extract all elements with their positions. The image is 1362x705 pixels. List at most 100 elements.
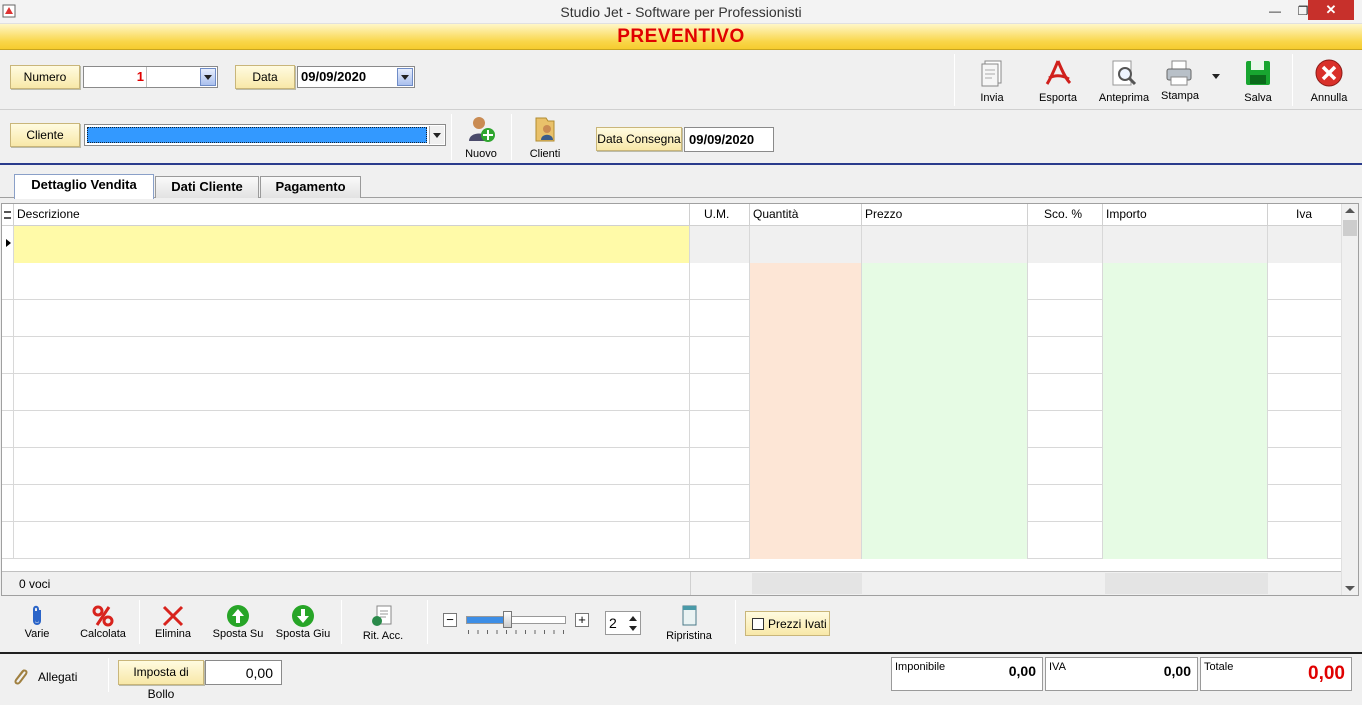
grid-cell[interactable] [14,263,690,300]
calcolata-button[interactable]: Calcolata [73,604,133,646]
grid-cell[interactable] [1028,374,1103,411]
rit-acc-button[interactable]: Rit. Acc. [353,604,413,646]
grid-cell[interactable] [690,226,750,263]
grid-cell[interactable] [1268,300,1342,337]
grid-cell[interactable] [1028,226,1103,263]
stampa-dropdown-icon[interactable] [1212,74,1220,79]
nuovo-button[interactable]: Nuovo [451,112,511,164]
table-row[interactable] [2,263,1342,300]
prezzi-ivati-toggle[interactable]: Prezzi Ivati [745,611,830,636]
grid-cell[interactable] [862,485,1028,522]
tab-dati-cliente[interactable]: Dati Cliente [155,176,259,198]
col-sconto[interactable]: Sco. % [1028,204,1103,226]
table-row[interactable] [2,485,1342,522]
grid-cell[interactable] [862,374,1028,411]
anteprima-button[interactable]: Anteprima [1094,56,1154,108]
calendar-dropdown-icon[interactable] [397,68,413,86]
grid-cell[interactable] [1103,448,1268,485]
esporta-button[interactable]: Esporta [1028,56,1088,108]
grid-cell[interactable] [1028,263,1103,300]
zoom-slider-thumb[interactable] [503,611,512,628]
grid-cell[interactable] [690,411,750,448]
grid-cell[interactable] [1103,485,1268,522]
table-row[interactable] [2,411,1342,448]
table-row[interactable] [2,300,1342,337]
grid-cell[interactable] [862,300,1028,337]
grid-cell[interactable] [750,226,862,263]
scroll-up-icon[interactable] [1345,208,1355,213]
col-iva[interactable]: Iva [1268,204,1342,226]
grid-cell[interactable] [14,337,690,374]
grid-cell[interactable] [1268,485,1342,522]
grid-cell[interactable] [1103,411,1268,448]
grid-cell[interactable] [690,300,750,337]
allegati-button[interactable]: Allegati [8,664,88,688]
grid-cell[interactable] [750,522,862,559]
sposta-su-button[interactable]: Sposta Su [208,604,268,646]
data-consegna-field[interactable]: 09/09/2020 [684,127,774,152]
clienti-button[interactable]: Clienti [515,112,575,164]
sposta-giu-button[interactable]: Sposta Giu [273,604,333,646]
grid-cell[interactable] [750,485,862,522]
grid-cell[interactable] [690,485,750,522]
grid-cell[interactable] [14,411,690,448]
grid-cell[interactable] [690,337,750,374]
grid-cell[interactable] [1268,226,1342,263]
grid-cell[interactable] [1028,411,1103,448]
col-prezzo[interactable]: Prezzo [862,204,1028,226]
grid-cell[interactable] [862,522,1028,559]
grid-cell[interactable] [1028,448,1103,485]
grid-cell[interactable] [750,337,862,374]
grid-cell[interactable] [1268,337,1342,374]
table-row[interactable] [2,448,1342,485]
column-chooser-icon[interactable] [2,204,14,226]
grid-cell[interactable] [14,522,690,559]
table-row[interactable] [2,337,1342,374]
col-descrizione[interactable]: Descrizione [14,204,690,226]
stampa-button[interactable]: Stampa [1154,56,1224,108]
varie-button[interactable]: Varie [7,604,67,646]
decimals-spinner[interactable]: 2 [605,611,641,635]
items-grid[interactable]: Descrizione U.M. Quantità Prezzo Sco. % … [1,203,1359,596]
grid-cell[interactable] [862,337,1028,374]
scroll-thumb[interactable] [1343,220,1357,236]
table-row[interactable] [2,374,1342,411]
salva-button[interactable]: Salva [1228,56,1288,108]
table-row[interactable] [2,226,1342,263]
close-button[interactable]: ✕ [1308,0,1354,20]
grid-cell[interactable] [690,263,750,300]
col-um[interactable]: U.M. [690,204,750,226]
grid-cell[interactable] [862,448,1028,485]
grid-cell[interactable] [750,263,862,300]
grid-cell[interactable] [1103,337,1268,374]
spin-up-icon[interactable] [629,616,637,621]
grid-cell[interactable] [750,411,862,448]
grid-cell[interactable] [690,374,750,411]
spin-down-icon[interactable] [629,626,637,631]
grid-cell[interactable] [14,448,690,485]
grid-cell[interactable] [14,374,690,411]
cliente-dropdown-button[interactable] [429,126,444,144]
grid-cell[interactable] [1268,522,1342,559]
grid-cell[interactable] [1268,448,1342,485]
numero-field[interactable]: 1 [83,66,218,88]
grid-cell[interactable] [862,263,1028,300]
imposta-bollo-field[interactable]: 0,00 [205,660,282,685]
cliente-combobox[interactable] [84,124,446,146]
chevron-down-icon[interactable] [200,68,216,86]
zoom-in-button[interactable]: + [575,613,589,627]
grid-cell[interactable] [1103,226,1268,263]
grid-cell[interactable] [690,522,750,559]
grid-cell[interactable] [14,485,690,522]
grid-cell[interactable] [1028,337,1103,374]
col-quantita[interactable]: Quantità [750,204,862,226]
grid-scrollbar[interactable] [1341,204,1358,595]
grid-cell[interactable] [1103,374,1268,411]
grid-cell[interactable] [1268,374,1342,411]
data-field[interactable]: 09/09/2020 [297,66,415,88]
grid-cell[interactable] [750,448,862,485]
grid-cell[interactable] [750,300,862,337]
scroll-down-icon[interactable] [1345,586,1355,591]
grid-cell[interactable] [1268,263,1342,300]
elimina-button[interactable]: Elimina [143,604,203,646]
